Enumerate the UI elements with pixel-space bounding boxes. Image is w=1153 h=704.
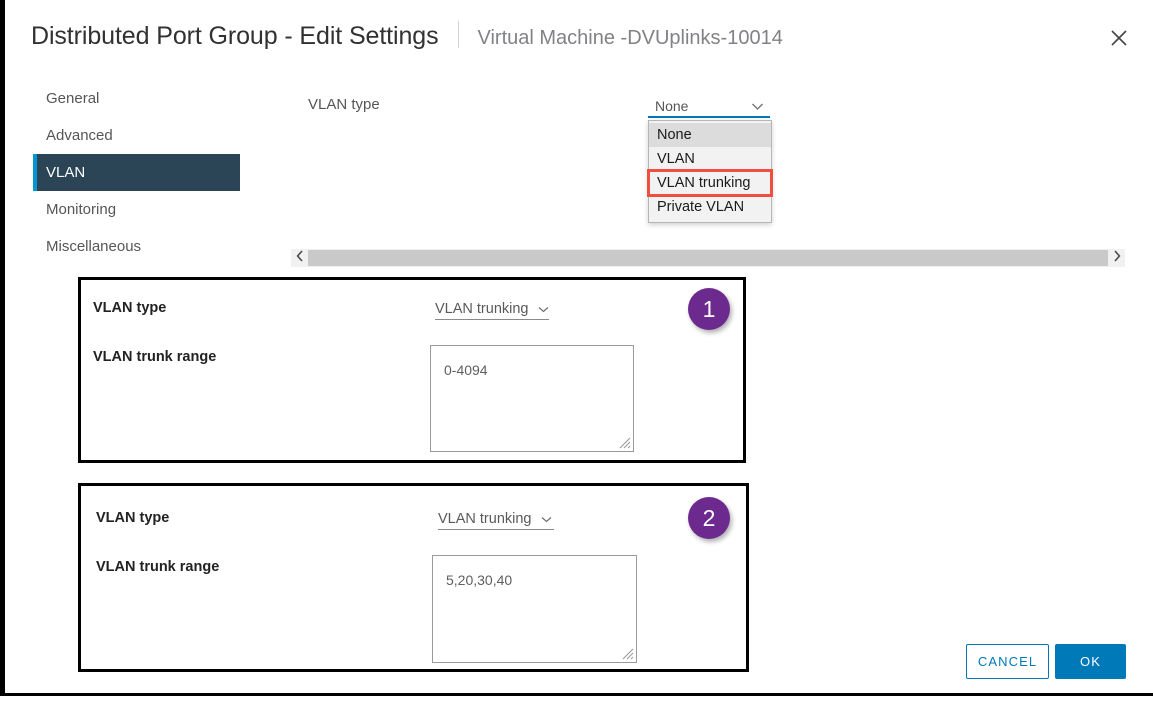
dropdown-option-vlan-trunking[interactable]: VLAN trunking <box>647 169 773 197</box>
ok-button[interactable]: OK <box>1055 644 1126 679</box>
title-divider <box>457 21 459 48</box>
ok-button-label: OK <box>1080 654 1101 669</box>
sidebar-item-miscellaneous[interactable]: Miscellaneous <box>33 228 240 265</box>
panel2-vlan-type-value: VLAN trunking <box>438 510 532 527</box>
sidebar-item-monitoring[interactable]: Monitoring <box>33 191 240 228</box>
sidebar-item-advanced[interactable]: Advanced <box>33 117 240 154</box>
dropdown-option-label: VLAN <box>657 151 695 167</box>
panel1-vlan-type-select[interactable]: VLAN trunking <box>435 298 549 320</box>
window-bottom-edge <box>0 693 1153 696</box>
sidebar-item-label: Advanced <box>46 127 113 144</box>
sidebar-item-label: Miscellaneous <box>46 238 142 255</box>
scroll-left-button[interactable] <box>291 249 308 267</box>
callout-badge-number: 1 <box>702 295 716 322</box>
chevron-down-icon <box>751 98 764 114</box>
vlan-type-label: VLAN type <box>308 96 380 113</box>
sidebar-item-label: Monitoring <box>46 201 117 218</box>
dropdown-option-vlan[interactable]: VLAN <box>649 147 771 171</box>
panel1-trunk-range-value: 0-4094 <box>444 362 488 378</box>
page-title: Distributed Port Group - Edit Settings <box>31 22 439 50</box>
sidebar-item-label: General <box>46 90 100 107</box>
edit-settings-dialog: Distributed Port Group - Edit Settings V… <box>0 0 1153 704</box>
callout-panel-1: VLAN type VLAN trunking VLAN trunk range… <box>78 277 746 463</box>
close-button[interactable] <box>1101 20 1137 56</box>
vlan-type-selected-value: None <box>655 97 689 114</box>
dropdown-option-none[interactable]: None <box>649 123 771 147</box>
scrollbar-track[interactable] <box>308 250 1108 266</box>
chevron-left-icon <box>296 249 304 267</box>
callout-badge-1: 1 <box>688 288 730 330</box>
panel1-vlan-type-value: VLAN trunking <box>435 300 529 317</box>
window-left-edge <box>0 0 5 696</box>
sidebar-item-label: VLAN <box>46 164 86 181</box>
panel2-vlan-type-select[interactable]: VLAN trunking <box>438 508 554 530</box>
panel2-trunk-range-label: VLAN trunk range <box>96 559 220 575</box>
chevron-down-icon <box>538 301 549 317</box>
scrollbar-thumb[interactable] <box>308 250 1108 266</box>
panel2-trunk-range-value: 5,20,30,40 <box>446 572 513 588</box>
callout-badge-number: 2 <box>702 504 716 531</box>
panel1-trunk-range-label: VLAN trunk range <box>93 349 217 365</box>
panel1-vlan-type-label: VLAN type <box>93 300 167 316</box>
resize-handle-icon[interactable] <box>620 646 634 660</box>
vlan-type-select[interactable]: None <box>648 95 770 118</box>
vlan-type-dropdown: None VLAN VLAN trunking Private VLAN <box>647 120 773 223</box>
callout-panel-2: VLAN type VLAN trunking VLAN trunk range… <box>78 483 749 672</box>
panel2-trunk-range-textarea[interactable]: 5,20,30,40 <box>432 555 637 663</box>
dialog-subtitle: Virtual Machine -DVUplinks-10014 <box>477 27 783 49</box>
dropdown-option-private-vlan[interactable]: Private VLAN <box>649 195 771 219</box>
dropdown-option-label: None <box>657 127 692 143</box>
cancel-button-label: CANCEL <box>977 654 1038 669</box>
title-group: Distributed Port Group - Edit Settings V… <box>31 17 783 51</box>
callout-badge-2: 2 <box>688 497 730 539</box>
chevron-right-icon <box>1113 249 1121 267</box>
cancel-button[interactable]: CANCEL <box>966 644 1049 679</box>
settings-nav: General Advanced VLAN Monitoring Miscell… <box>33 80 240 265</box>
dialog-header: Distributed Port Group - Edit Settings V… <box>5 0 1153 68</box>
sidebar-item-vlan[interactable]: VLAN <box>33 154 240 191</box>
panel2-vlan-type-label: VLAN type <box>96 510 170 526</box>
panel1-trunk-range-textarea[interactable]: 0-4094 <box>430 345 634 452</box>
dropdown-option-label: VLAN trunking <box>657 175 751 191</box>
close-icon <box>1110 29 1128 47</box>
horizontal-scrollbar[interactable] <box>291 249 1125 267</box>
dropdown-option-label: Private VLAN <box>657 199 745 215</box>
sidebar-item-general[interactable]: General <box>33 80 240 117</box>
chevron-down-icon <box>541 511 552 527</box>
resize-handle-icon[interactable] <box>617 435 631 449</box>
scroll-right-button[interactable] <box>1108 249 1125 267</box>
